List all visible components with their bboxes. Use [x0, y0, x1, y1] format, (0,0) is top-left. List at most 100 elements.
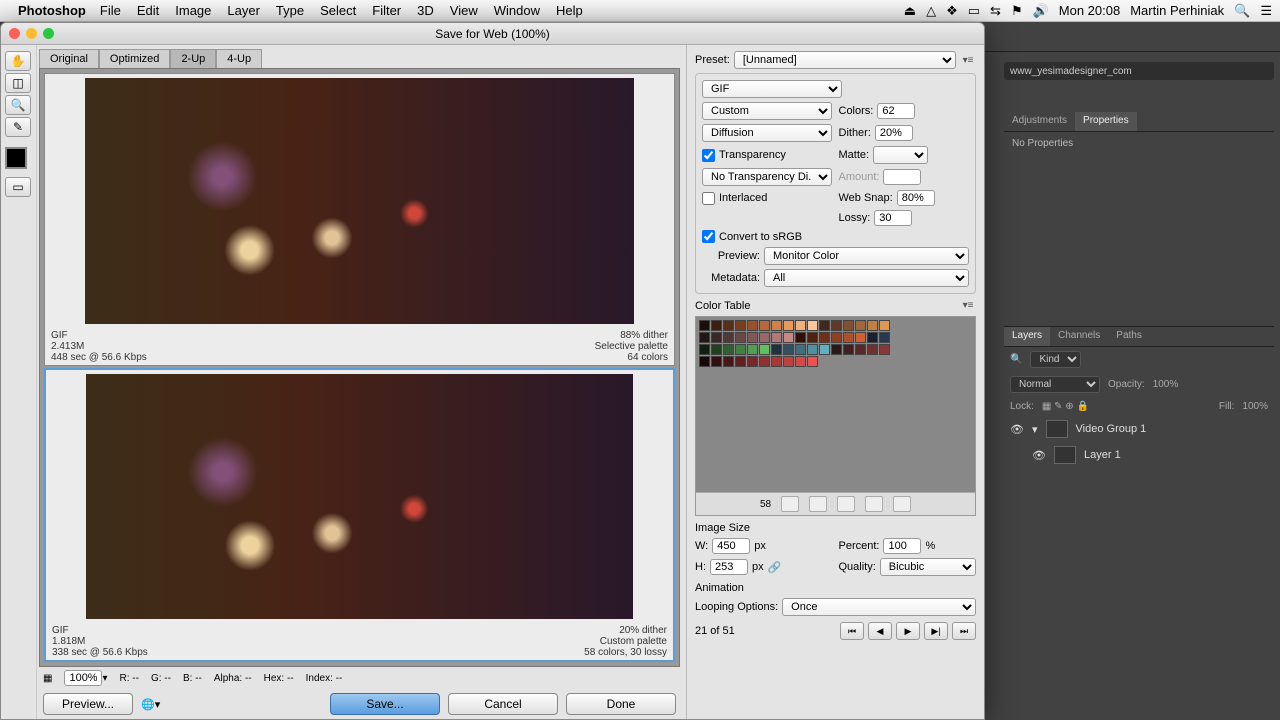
format-select[interactable]: GIF: [702, 80, 842, 98]
dropbox-icon[interactable]: ❖: [946, 3, 958, 19]
menu-help[interactable]: Help: [556, 3, 583, 18]
color-swatch[interactable]: [855, 332, 866, 343]
websnap-input[interactable]: [897, 190, 935, 206]
colortable-flyout-icon[interactable]: ▾≡: [960, 299, 976, 311]
menu-type[interactable]: Type: [276, 3, 304, 18]
volume-icon[interactable]: 🔊: [1033, 3, 1049, 19]
color-swatch[interactable]: [735, 344, 746, 355]
color-swatch[interactable]: [855, 320, 866, 331]
color-swatch[interactable]: [831, 320, 842, 331]
tab-4up[interactable]: 4-Up: [216, 49, 262, 68]
ct-new-icon[interactable]: [865, 496, 883, 512]
color-swatch[interactable]: [711, 344, 722, 355]
preview-select[interactable]: Monitor Color: [764, 247, 969, 265]
color-swatch[interactable]: [711, 356, 722, 367]
color-swatch[interactable]: [699, 344, 710, 355]
eyedropper-tool[interactable]: ✎: [5, 117, 31, 137]
height-input[interactable]: [710, 559, 748, 575]
color-swatch[interactable]: [747, 344, 758, 355]
color-swatch[interactable]: [699, 356, 710, 367]
preset-select[interactable]: [Unnamed]: [734, 51, 956, 69]
menu-filter[interactable]: Filter: [372, 3, 401, 18]
opacity-value[interactable]: 100%: [1153, 379, 1179, 390]
color-swatch[interactable]: [795, 320, 806, 331]
menu-file[interactable]: File: [100, 3, 121, 18]
menu-layer[interactable]: Layer: [227, 3, 260, 18]
color-swatch[interactable]: [843, 344, 854, 355]
spotlight-icon[interactable]: 🔍: [1234, 3, 1250, 19]
color-swatch[interactable]: [819, 320, 830, 331]
fill-value[interactable]: 100%: [1242, 401, 1268, 412]
first-frame-button[interactable]: ⏮: [840, 622, 864, 640]
reduction-select[interactable]: Custom: [702, 102, 832, 120]
color-swatch[interactable]: [723, 320, 734, 331]
prev-frame-button[interactable]: ◀: [868, 622, 892, 640]
menu-window[interactable]: Window: [494, 3, 540, 18]
hand-tool[interactable]: ✋: [5, 51, 31, 71]
zoom-tool[interactable]: 🔍: [5, 95, 31, 115]
preview-pane-bottom[interactable]: GIF 1.818M 338 sec @ 56.6 Kbps 20% dithe…: [44, 368, 675, 663]
color-swatch[interactable]: [843, 332, 854, 343]
tab-layers[interactable]: Layers: [1004, 327, 1050, 346]
color-swatch[interactable]: [807, 344, 818, 355]
eyedropper-color[interactable]: [5, 147, 27, 169]
status-icon[interactable]: ⏏: [904, 3, 916, 19]
menu-view[interactable]: View: [450, 3, 478, 18]
percent-input[interactable]: [883, 538, 921, 554]
color-swatch[interactable]: [723, 356, 734, 367]
layer-group-row[interactable]: 👁 ▾ Video Group 1: [1004, 416, 1274, 442]
color-swatch[interactable]: [735, 356, 746, 367]
color-swatch[interactable]: [747, 332, 758, 343]
color-swatch[interactable]: [699, 332, 710, 343]
colors-input[interactable]: [877, 103, 915, 119]
kind-select[interactable]: Kind: [1030, 351, 1081, 368]
menu-3d[interactable]: 3D: [417, 3, 434, 18]
menu-image[interactable]: Image: [175, 3, 211, 18]
matte-select[interactable]: [873, 146, 928, 164]
color-swatch[interactable]: [735, 332, 746, 343]
blend-mode[interactable]: Normal: [1010, 376, 1100, 393]
color-swatch[interactable]: [759, 320, 770, 331]
color-swatch[interactable]: [759, 332, 770, 343]
metadata-select[interactable]: All: [764, 269, 969, 287]
document-tab[interactable]: www_yesimadesigner_com: [1004, 62, 1274, 80]
color-swatch[interactable]: [699, 320, 710, 331]
color-swatch[interactable]: [711, 332, 722, 343]
lock-icons[interactable]: ▦ ✎ ⊕ 🔒: [1042, 401, 1089, 412]
clock[interactable]: Mon 20:08: [1059, 3, 1120, 18]
color-swatch[interactable]: [879, 332, 890, 343]
color-swatch[interactable]: [843, 320, 854, 331]
close-icon[interactable]: [9, 28, 20, 39]
display-icon[interactable]: ▭: [968, 3, 980, 19]
zoom-input[interactable]: [64, 670, 102, 686]
color-swatch[interactable]: [759, 344, 770, 355]
color-swatch[interactable]: [819, 344, 830, 355]
color-swatch[interactable]: [747, 356, 758, 367]
color-swatch[interactable]: [807, 356, 818, 367]
trans-dither-select[interactable]: No Transparency Di...: [702, 168, 832, 186]
color-swatch[interactable]: [807, 332, 818, 343]
zoom-stepper[interactable]: ▾: [102, 673, 107, 684]
width-input[interactable]: [712, 538, 750, 554]
ct-btn-1[interactable]: [781, 496, 799, 512]
tab-paths[interactable]: Paths: [1108, 327, 1150, 346]
play-button[interactable]: ▶: [896, 622, 920, 640]
ct-btn-2[interactable]: [809, 496, 827, 512]
tab-original[interactable]: Original: [39, 49, 99, 68]
color-swatch[interactable]: [819, 332, 830, 343]
transparency-checkbox[interactable]: [702, 149, 715, 162]
loop-select[interactable]: Once: [782, 598, 976, 616]
color-swatch[interactable]: [771, 344, 782, 355]
color-swatch[interactable]: [723, 332, 734, 343]
tab-properties[interactable]: Properties: [1075, 112, 1137, 131]
flag-icon[interactable]: ⚑: [1011, 3, 1023, 19]
slice-visibility[interactable]: ▭: [5, 177, 31, 197]
color-swatch[interactable]: [735, 320, 746, 331]
color-swatch[interactable]: [795, 344, 806, 355]
color-swatch[interactable]: [747, 320, 758, 331]
preset-flyout-icon[interactable]: ▾≡: [960, 54, 976, 66]
link-icon[interactable]: 🔗: [768, 561, 782, 574]
tab-channels[interactable]: Channels: [1050, 327, 1108, 346]
color-swatch[interactable]: [831, 332, 842, 343]
visibility-icon[interactable]: 👁: [1032, 449, 1046, 462]
